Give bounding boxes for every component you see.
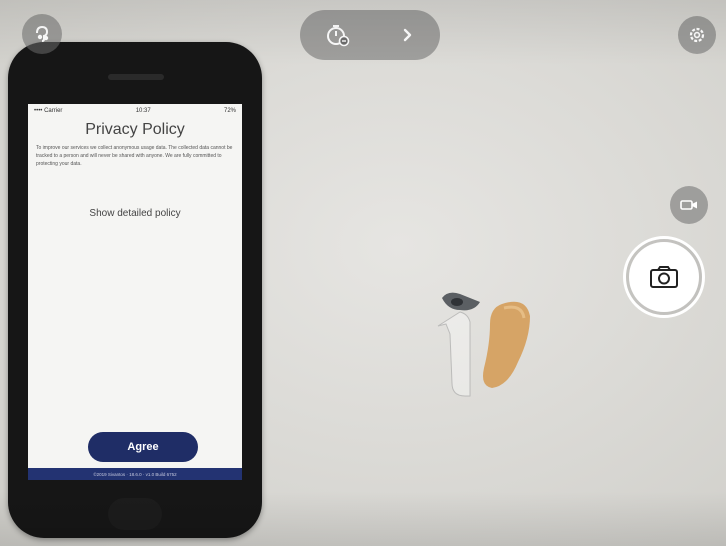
video-camera-icon [680,200,697,210]
hearing-aid-object [437,292,530,397]
phone-device: •••• Carrier 10:37 72% Privacy Policy To… [8,42,262,538]
capture-mode-pill[interactable] [300,10,440,60]
agree-button[interactable]: Agree [88,432,198,462]
phone-speaker [108,74,164,80]
camera-icon [650,266,678,288]
hearing-aid-button[interactable] [22,14,62,54]
status-time: 10:37 [135,108,151,114]
page-title: Privacy Policy [85,121,185,138]
phone-screen: •••• Carrier 10:37 72% Privacy Policy To… [28,104,242,480]
home-button [108,498,162,530]
policy-description: To improve our services we collect anony… [36,145,233,167]
show-detailed-policy-link[interactable]: Show detailed policy [28,208,242,219]
timer-icon[interactable] [325,22,351,48]
video-mode-button[interactable] [670,186,708,224]
status-battery: 72% [223,108,236,114]
shutter-inner [629,242,699,312]
hearing-aid-icon [36,25,49,42]
footer-bar: ©2019 Sivantos · 18.6.0 · v1.0 Build 675… [28,468,242,480]
status-carrier: •••• Carrier [34,108,63,114]
status-bar: •••• Carrier 10:37 72% [28,104,242,118]
gear-icon [689,27,705,43]
settings-button[interactable] [678,16,716,54]
chevron-right-icon[interactable] [401,28,415,42]
shutter-button[interactable] [623,236,705,318]
